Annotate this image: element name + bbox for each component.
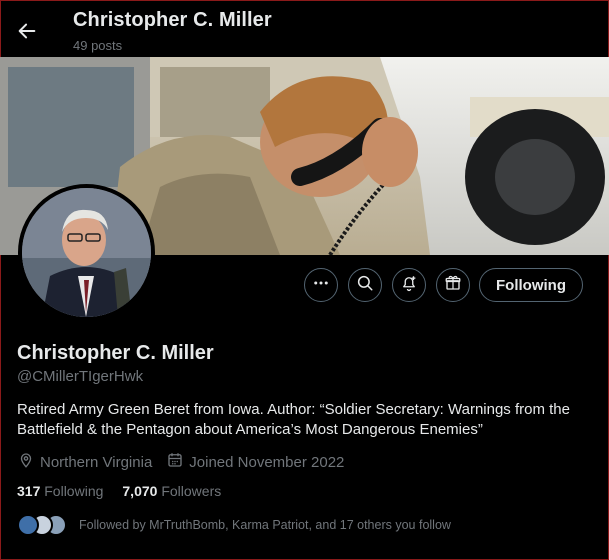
calendar-icon bbox=[166, 451, 189, 473]
gift-icon bbox=[444, 274, 462, 297]
header-title: Christopher C. Miller bbox=[73, 9, 272, 31]
location-text: Northern Virginia bbox=[40, 453, 153, 471]
gift-button[interactable] bbox=[436, 268, 470, 302]
avatar[interactable] bbox=[18, 184, 155, 321]
notifications-button[interactable] bbox=[392, 268, 426, 302]
profile-bio: Retired Army Green Beret from Iowa. Auth… bbox=[17, 401, 570, 438]
followers-label: Followers bbox=[161, 483, 222, 499]
notification-bell-icon bbox=[400, 274, 418, 297]
following-count: 317 bbox=[17, 483, 41, 499]
avatar-photo bbox=[22, 188, 151, 317]
more-options-button[interactable] bbox=[304, 268, 338, 302]
following-label: Following bbox=[44, 483, 104, 499]
profile-name: Christopher C. Miller bbox=[17, 342, 214, 364]
following-count-link[interactable]: 317 Following bbox=[17, 483, 103, 499]
posts-count: 49 posts bbox=[73, 38, 123, 53]
followed-by-row[interactable]: Followed by MrTruthBomb, Karma Patriot, … bbox=[17, 513, 451, 537]
followers-count: 7,070 bbox=[122, 483, 158, 499]
followers-count-link[interactable]: 7,070 Followers bbox=[122, 483, 221, 499]
follower-avatar bbox=[17, 514, 39, 536]
followed-by-text: Followed by MrTruthBomb, Karma Patriot, … bbox=[79, 518, 451, 532]
location-item: Northern Virginia bbox=[17, 451, 152, 473]
profile-header-bar: Christopher C. Miller 49 posts bbox=[0, 0, 609, 57]
location-pin-icon bbox=[17, 451, 40, 473]
search-icon bbox=[356, 274, 374, 297]
follow-counts: 317 Following 7,070 Followers bbox=[17, 483, 240, 499]
following-button[interactable]: Following bbox=[479, 268, 583, 302]
joined-text: Joined November 2022 bbox=[189, 453, 345, 471]
search-profile-button[interactable] bbox=[348, 268, 382, 302]
back-arrow-icon[interactable] bbox=[16, 20, 38, 42]
more-icon bbox=[312, 274, 330, 297]
profile-handle: @CMillerTIgerHwk bbox=[17, 368, 144, 385]
profile-meta: Northern Virginia Joined November 2022 bbox=[17, 451, 358, 473]
joined-item: Joined November 2022 bbox=[166, 451, 344, 473]
